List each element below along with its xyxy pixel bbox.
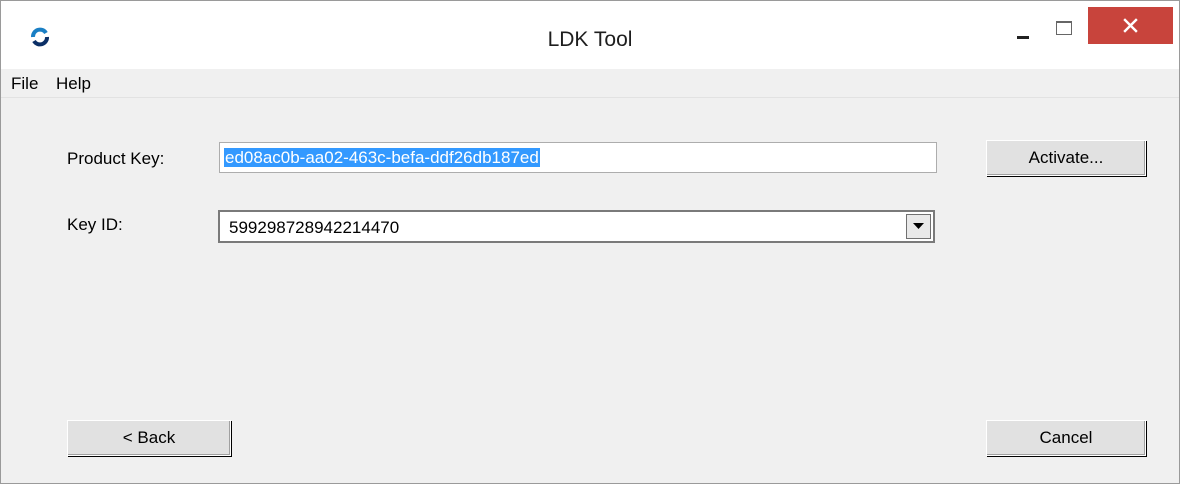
close-button[interactable]	[1088, 7, 1173, 44]
key-id-dropdown[interactable]: 599298728942214470	[218, 210, 935, 243]
title-bar[interactable]: LDK Tool	[1, 1, 1179, 69]
client-area: Product Key: ed08ac0b-aa02-463c-befa-ddf…	[1, 98, 1179, 483]
maximize-button[interactable]	[1047, 9, 1079, 45]
chevron-down-icon	[913, 223, 924, 229]
key-id-label: Key ID:	[67, 215, 123, 234]
product-key-input[interactable]: ed08ac0b-aa02-463c-befa-ddf26db187ed	[219, 142, 937, 173]
dropdown-arrow-button[interactable]	[906, 214, 931, 239]
window-title: LDK Tool	[547, 28, 633, 51]
maximize-icon	[1056, 21, 1072, 35]
cancel-button[interactable]: Cancel	[986, 420, 1146, 456]
close-icon	[1123, 18, 1138, 33]
menu-help[interactable]: Help	[56, 74, 91, 94]
menu-file[interactable]: File	[11, 74, 38, 94]
minimize-icon	[1017, 36, 1029, 39]
minimize-button[interactable]	[1007, 9, 1039, 45]
menu-bar: File Help	[1, 69, 1179, 98]
product-key-label: Product Key:	[67, 149, 165, 168]
ldk-tool-window: LDK Tool File Help Product Key: ed08ac0b…	[0, 0, 1180, 484]
product-key-value: ed08ac0b-aa02-463c-befa-ddf26db187ed	[224, 148, 540, 167]
activate-button[interactable]: Activate...	[986, 140, 1146, 176]
key-id-value: 599298728942214470	[229, 218, 400, 237]
back-button[interactable]: < Back	[67, 420, 231, 456]
